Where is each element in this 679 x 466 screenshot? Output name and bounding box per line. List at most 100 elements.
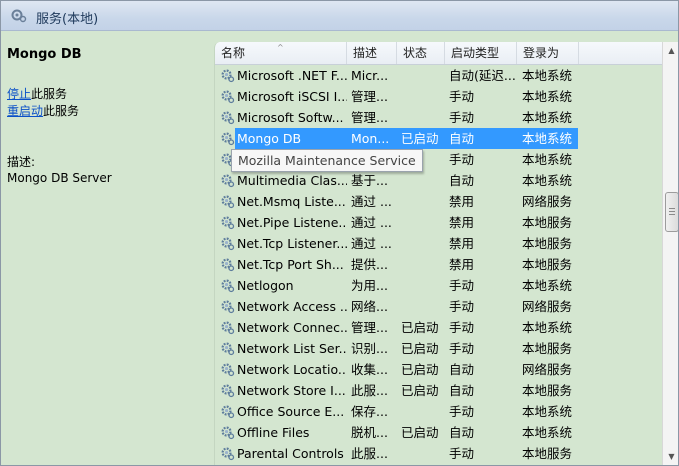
service-row[interactable]: Microsoft iSCSI I... 管理... 手动 本地系统 (215, 86, 663, 107)
service-logon-cell: 网络服务 (522, 362, 573, 377)
service-name-cell: Net.Tcp Port Sh... (237, 257, 344, 272)
service-row[interactable]: Microsoft Softw... 管理... 手动 本地系统 (215, 107, 663, 128)
service-gear-icon (221, 384, 235, 398)
restart-service-link[interactable]: 重启动 (7, 104, 43, 118)
service-name-cell: Netlogon (237, 278, 294, 293)
service-status-cell: 已启动 (401, 383, 439, 398)
column-header-startup[interactable]: 启动类型 (445, 42, 517, 64)
service-row[interactable]: Multimedia Clas... 基于... 自动 本地系统 (215, 170, 663, 191)
service-name-cell: Microsoft iSCSI I... (237, 89, 347, 104)
service-row[interactable]: Mongo DB Mon... 已启动 自动 本地系统 (215, 128, 663, 149)
description-text: Mongo DB Server (7, 171, 112, 185)
service-desc-cell: 收集... (351, 362, 388, 377)
service-gear-icon (221, 195, 235, 209)
scroll-thumb[interactable] (665, 192, 678, 232)
service-desc-cell: 提供... (351, 257, 388, 272)
service-gear-icon (221, 321, 235, 335)
service-gear-icon (221, 300, 235, 314)
service-startup-cell: 手动 (449, 446, 475, 461)
service-startup-cell: 手动 (449, 299, 475, 314)
service-desc-cell: Mon... (351, 131, 390, 146)
service-desc-cell: 通过 ... (351, 194, 392, 209)
service-row[interactable]: Office Source E... 保存... 手动 本地系统 (215, 401, 663, 422)
service-desc-cell: 为用... (351, 278, 388, 293)
service-gear-icon (221, 342, 235, 356)
service-startup-cell: 自动 (449, 173, 475, 188)
service-startup-cell: 自动(延迟... (449, 68, 516, 83)
service-row[interactable]: Parental Controls 此服... 手动 本地服务 (215, 443, 663, 464)
service-logon-cell: 本地服务 (522, 257, 573, 272)
service-gear-icon (221, 90, 235, 104)
restart-service-action: 重启动此服务 (7, 102, 79, 119)
grip-line (669, 214, 675, 215)
service-gear-icon (221, 174, 235, 188)
service-startup-cell: 手动 (449, 404, 475, 419)
service-row[interactable]: Net.Pipe Listene... 通过 ... 禁用 本地服务 (215, 212, 663, 233)
service-desc-cell: 此服... (351, 446, 388, 461)
service-row[interactable]: Net.Tcp Port Sh... 提供... 禁用 本地服务 (215, 254, 663, 275)
stop-service-link[interactable]: 停止 (7, 87, 31, 101)
service-desc-cell: 识别... (351, 341, 388, 356)
service-desc-cell: 此服... (351, 383, 388, 398)
service-startup-cell: 手动 (449, 152, 475, 167)
service-startup-cell: 手动 (449, 278, 475, 293)
scroll-up-arrow-icon[interactable]: ▲ (663, 42, 678, 59)
service-row[interactable]: Network Access ... 网络... 手动 网络服务 (215, 296, 663, 317)
service-name-cell: Multimedia Clas... (237, 173, 347, 188)
service-logon-cell: 本地服务 (522, 341, 573, 356)
service-row[interactable]: Net.Tcp Listener... 通过 ... 禁用 本地服务 (215, 233, 663, 254)
service-row[interactable]: Offline Files 脱机... 已启动 自动 本地系统 (215, 422, 663, 443)
service-startup-cell: 手动 (449, 341, 475, 356)
service-name-tooltip: Mozilla Maintenance Service (231, 149, 423, 172)
service-name-cell: Net.Tcp Listener... (237, 236, 347, 251)
service-logon-cell: 网络服务 (522, 299, 573, 314)
service-logon-cell: 本地系统 (522, 320, 573, 335)
service-startup-cell: 手动 (449, 110, 475, 125)
column-header-filler (579, 42, 663, 64)
service-row[interactable]: Network Store I... 此服... 已启动 自动 本地服务 (215, 380, 663, 401)
service-logon-cell: 本地系统 (522, 89, 573, 104)
service-gear-icon (221, 111, 235, 125)
service-name-cell: Office Source E... (237, 404, 345, 419)
service-logon-cell: 本地系统 (522, 404, 573, 419)
service-row[interactable]: Network Locatio... 收集... 已启动 自动 网络服务 (215, 359, 663, 380)
service-name-cell: Network List Ser... (237, 341, 347, 356)
column-header-logon[interactable]: 登录为 (517, 42, 579, 64)
scroll-down-arrow-icon[interactable]: ▼ (663, 448, 678, 465)
grip-line (669, 211, 675, 212)
service-logon-cell: 本地系统 (522, 68, 573, 83)
service-name-cell: Network Connec... (237, 320, 347, 335)
service-name-cell: Mongo DB (237, 131, 302, 146)
service-logon-cell: 本地服务 (522, 236, 573, 251)
list-header: ^ 名称 描述 状态 启动类型 登录为 (215, 42, 663, 65)
service-row[interactable]: Network List Ser... 识别... 已启动 手动 本地服务 (215, 338, 663, 359)
vertical-scrollbar[interactable]: ▲ ▼ (662, 42, 678, 465)
service-startup-cell: 禁用 (449, 194, 475, 209)
column-header-desc-label: 描述 (353, 46, 378, 60)
service-row[interactable]: Net.Msmq Liste... 通过 ... 禁用 网络服务 (215, 191, 663, 212)
services-list: ^ 名称 描述 状态 启动类型 登录为 Microsoft .NET F... M… (214, 42, 663, 465)
service-row[interactable]: Network Connec... 管理... 已启动 手动 本地系统 (215, 317, 663, 338)
service-startup-cell: 禁用 (449, 215, 475, 230)
service-gear-icon (221, 279, 235, 293)
service-logon-cell: 本地系统 (522, 425, 573, 440)
column-header-desc[interactable]: 描述 (347, 42, 397, 64)
title-bar: 服务(本地) (1, 1, 678, 31)
services-gear-icon (11, 9, 27, 23)
column-header-name[interactable]: ^ 名称 (215, 42, 347, 64)
service-startup-cell: 手动 (449, 89, 475, 104)
column-header-status[interactable]: 状态 (397, 42, 445, 64)
service-startup-cell: 自动 (449, 383, 475, 398)
service-desc-cell: 管理... (351, 110, 388, 125)
service-desc-cell: Micr... (351, 68, 389, 83)
service-name-cell: Parental Controls (237, 446, 344, 461)
service-name-cell: Network Access ... (237, 299, 347, 314)
service-row[interactable]: Microsoft .NET F... Micr... 自动(延迟... 本地系统 (215, 65, 663, 86)
stop-service-action: 停止此服务 (7, 85, 67, 102)
service-logon-cell: 本地系统 (522, 173, 573, 188)
service-desc-cell: 网络... (351, 299, 388, 314)
service-gear-icon (221, 132, 235, 146)
service-logon-cell: 本地系统 (522, 131, 573, 146)
service-gear-icon (221, 447, 235, 461)
service-row[interactable]: Netlogon 为用... 手动 本地系统 (215, 275, 663, 296)
